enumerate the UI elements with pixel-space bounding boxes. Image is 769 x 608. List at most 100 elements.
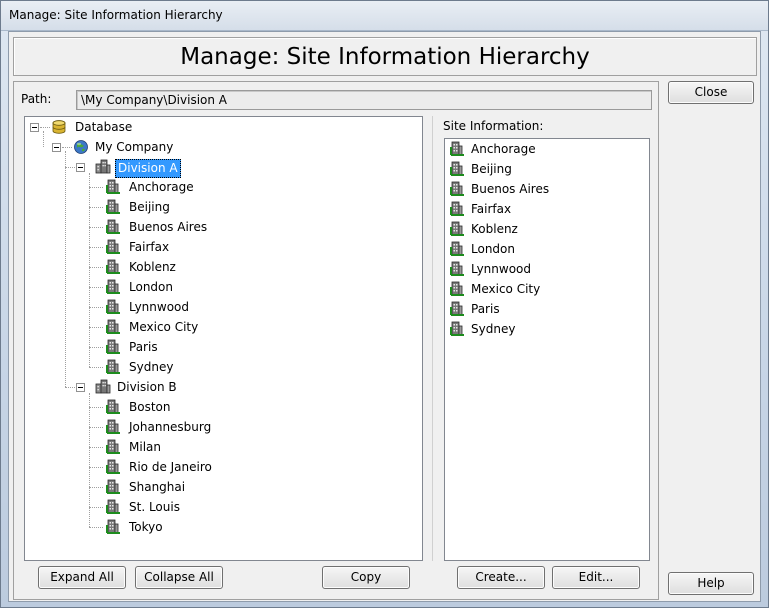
tree-node-label: Beijing [129, 200, 170, 214]
panel-divider [432, 116, 433, 561]
tree-connector [40, 127, 50, 128]
tree-connector [89, 487, 103, 488]
collapse-all-button[interactable]: Collapse All [135, 566, 223, 589]
tree-connector [89, 327, 103, 328]
tree-node-label: Anchorage [129, 180, 194, 194]
title-bar[interactable]: Manage: Site Information Hierarchy [1, 1, 768, 31]
building-icon [105, 419, 121, 435]
list-item-label: Fairfax [471, 202, 512, 216]
dialog-client-area: Manage: Site Information Hierarchy Path:… [8, 31, 761, 602]
page-title: Manage: Site Information Hierarchy [180, 44, 590, 70]
tree-node-label: Johannesburg [129, 420, 212, 434]
header-panel: Manage: Site Information Hierarchy [13, 37, 757, 76]
list-item-label: Sydney [471, 322, 516, 336]
tree-connector [89, 507, 103, 508]
building-icon [449, 201, 465, 217]
tree-node-label: Boston [129, 400, 171, 414]
building-icon [105, 399, 121, 415]
close-button[interactable]: Close [668, 81, 754, 104]
building-icon [105, 359, 121, 375]
tree-connector [89, 527, 103, 528]
tree-node-label: Fairfax [129, 240, 170, 254]
tree-connector [89, 447, 103, 448]
tree-node-label: My Company [95, 140, 174, 154]
building-icon [105, 239, 121, 255]
tree-node-label: Rio de Janeiro [129, 460, 212, 474]
tree-node-label: Lynnwood [129, 300, 190, 314]
tree-node-label: St. Louis [129, 500, 180, 514]
hierarchy-tree[interactable]: Database My Company Division A Anchorage… [24, 116, 423, 561]
tree-connector [89, 307, 103, 308]
tree-connector [62, 147, 72, 148]
building-icon [105, 479, 121, 495]
site-information-list[interactable]: Anchorage Beijing Buenos Aires Fairfax K… [444, 138, 650, 561]
tree-connector [89, 467, 103, 468]
building-icon [105, 219, 121, 235]
copy-button[interactable]: Copy [322, 566, 410, 589]
database-icon [51, 119, 67, 135]
list-item-label: Buenos Aires [471, 182, 550, 196]
building-icon [105, 459, 121, 475]
tree-connector [89, 173, 90, 367]
tree-connector [65, 387, 75, 388]
building-icon [449, 161, 465, 177]
list-item-label: Anchorage [471, 142, 536, 156]
tree-connector [89, 227, 103, 228]
tree-node-label: Division A [115, 159, 181, 178]
tree-connector [43, 131, 44, 147]
list-item-label: London [471, 242, 515, 256]
help-button[interactable]: Help [668, 572, 754, 595]
tree-node-label: Milan [129, 440, 161, 454]
list-item-label: Lynnwood [471, 262, 532, 276]
building-icon [105, 519, 121, 535]
tree-connector [89, 207, 103, 208]
building-icon [449, 281, 465, 297]
tree-node-label: Shanghai [129, 480, 186, 494]
expand-all-button[interactable]: Expand All [38, 566, 126, 589]
building-icon [105, 319, 121, 335]
create-button[interactable]: Create... [457, 566, 545, 589]
building-icon [449, 301, 465, 317]
building-icon [449, 261, 465, 277]
collapse-toggle[interactable] [76, 383, 85, 392]
tree-node-label: Sydney [129, 360, 174, 374]
edit-button[interactable]: Edit... [552, 566, 640, 589]
building-icon [105, 199, 121, 215]
site-information-label: Site Information: [443, 119, 544, 133]
path-label: Path: [21, 92, 52, 106]
tree-node-label: Database [75, 120, 133, 134]
building-icon [449, 181, 465, 197]
building-icon [105, 279, 121, 295]
tree-node-label: Buenos Aires [129, 220, 208, 234]
building-icon [105, 339, 121, 355]
tree-connector [89, 187, 103, 188]
tree-node-label: Division B [117, 380, 177, 394]
tree-node-label: Mexico City [129, 320, 199, 334]
tree-node-label: Tokyo [129, 520, 163, 534]
dialog-window: Manage: Site Information Hierarchy Manag… [0, 0, 769, 608]
tree-connector [89, 287, 103, 288]
tree-connector [89, 247, 103, 248]
tree-node-label: Paris [129, 340, 158, 354]
building-icon [105, 499, 121, 515]
tree-connector [89, 427, 103, 428]
collapse-toggle[interactable] [52, 143, 61, 152]
tree-node-label: London [129, 280, 173, 294]
tree-node-label: Koblenz [129, 260, 176, 274]
path-field: \My Company\Division A [76, 90, 652, 110]
campus-icon [95, 159, 111, 175]
building-icon [449, 321, 465, 337]
tree-connector [89, 267, 103, 268]
collapse-toggle[interactable] [30, 123, 39, 132]
list-item-label: Mexico City [471, 282, 541, 296]
list-item-label: Koblenz [471, 222, 518, 236]
globe-icon [73, 139, 89, 155]
collapse-toggle[interactable] [76, 163, 85, 172]
building-icon [105, 299, 121, 315]
tree-connector [65, 167, 75, 168]
tree-connector [89, 347, 103, 348]
list-item-label: Paris [471, 302, 500, 316]
tree-connector [89, 407, 103, 408]
tree-connector [65, 151, 66, 387]
building-icon [449, 241, 465, 257]
